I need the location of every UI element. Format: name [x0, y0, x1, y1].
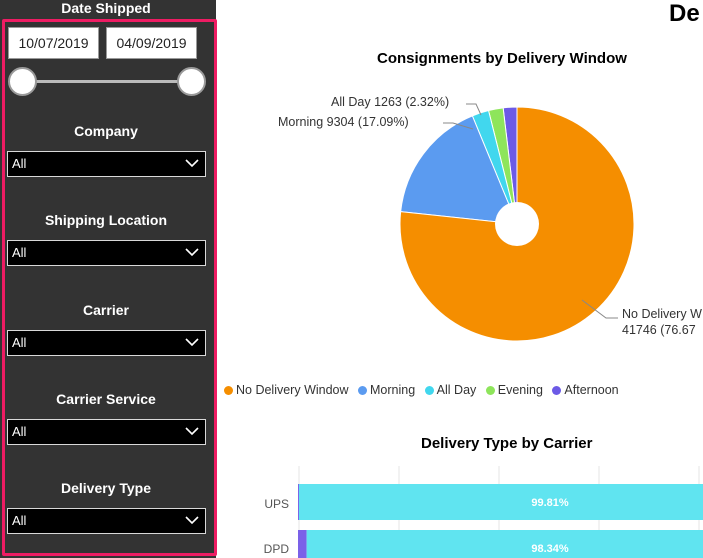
legend-dot	[424, 386, 434, 395]
date-to-input[interactable]: 04/09/2019	[106, 27, 197, 59]
legend-item-morning[interactable]: Morning	[358, 383, 415, 397]
legend-label: Evening	[497, 383, 543, 397]
chevron-down-icon	[185, 159, 199, 168]
chevron-down-icon	[185, 516, 199, 525]
pie-label-nodelivery-line1: No Delivery W	[622, 307, 702, 321]
date-slider-end-handle[interactable]	[177, 67, 206, 96]
chevron-down-icon	[185, 338, 199, 347]
delivery-type-dropdown-value: All	[12, 513, 27, 528]
pie-legend: No Delivery Window Morning All Day Eveni…	[224, 383, 625, 397]
company-dropdown[interactable]: All	[7, 151, 206, 177]
legend-dot	[552, 386, 562, 395]
carrier-service-dropdown-value: All	[12, 424, 27, 439]
carrier-service-dropdown[interactable]: All	[7, 419, 206, 445]
delivery-type-filter-title: Delivery Type	[60, 480, 151, 496]
legend-dot	[358, 386, 368, 395]
chevron-down-icon	[185, 248, 199, 257]
carrier-dropdown[interactable]: All	[7, 330, 206, 356]
pie-center-hole	[495, 202, 539, 246]
pie-label-nodelivery-line2: 41746 (76.67	[622, 323, 696, 337]
date-slider-start-handle[interactable]	[8, 67, 37, 96]
carrier-filter-title: Carrier	[83, 302, 129, 318]
bar-chart-title: Delivery Type by Carrier	[421, 435, 593, 452]
legend-item-afternoon[interactable]: Afternoon	[552, 383, 619, 397]
legend-label: Morning	[370, 383, 416, 397]
bar-data-label-ups: 99.81%	[531, 497, 569, 509]
company-dropdown-value: All	[12, 156, 27, 171]
date-slider-track[interactable]	[22, 80, 191, 83]
shipping-location-dropdown-value: All	[12, 245, 27, 260]
bar-category-ups: UPS	[264, 497, 289, 511]
report-title: De	[669, 0, 700, 27]
legend-item-all-day[interactable]: All Day	[424, 383, 477, 397]
legend-label: All Day	[436, 383, 477, 397]
bar-data-label-dpd: 98.34%	[531, 543, 569, 555]
legend-label: No Delivery Window	[236, 383, 349, 397]
bar-segment-dpd-1[interactable]	[306, 530, 703, 558]
delivery-type-bar-chart: 99.81% 98.34%	[298, 466, 703, 558]
chevron-down-icon	[185, 427, 199, 436]
shipping-location-filter-title: Shipping Location	[44, 212, 168, 228]
pie-chart-title: Consignments by Delivery Window	[377, 50, 627, 67]
carrier-dropdown-value: All	[12, 335, 27, 350]
date-shipped-title: Date Shipped	[61, 0, 151, 16]
pie-label-morning: Morning 9304 (17.09%)	[278, 115, 409, 129]
legend-label: Afternoon	[564, 383, 619, 397]
legend-item-evening[interactable]: Evening	[485, 383, 543, 397]
legend-dot	[224, 386, 233, 395]
carrier-service-filter-title: Carrier Service	[56, 391, 156, 407]
selection-highlight-frame	[2, 19, 217, 556]
legend-dot	[485, 386, 495, 395]
bar-segment-ups-0[interactable]	[298, 484, 299, 520]
legend-item-no-delivery-window[interactable]: No Delivery Window	[224, 383, 349, 397]
bar-category-dpd: DPD	[263, 542, 289, 556]
bar-segment-dpd-0[interactable]	[298, 530, 307, 558]
shipping-location-dropdown[interactable]: All	[7, 240, 206, 266]
bar-segment-ups-1[interactable]	[298, 484, 703, 520]
delivery-type-dropdown[interactable]: All	[7, 508, 206, 534]
pie-label-allday: All Day 1263 (2.32%)	[331, 95, 450, 109]
date-from-input[interactable]: 10/07/2019	[8, 27, 99, 59]
company-filter-title: Company	[74, 123, 138, 139]
filter-sidebar: Date Shipped 10/07/2019 04/09/2019 Compa…	[0, 0, 217, 558]
